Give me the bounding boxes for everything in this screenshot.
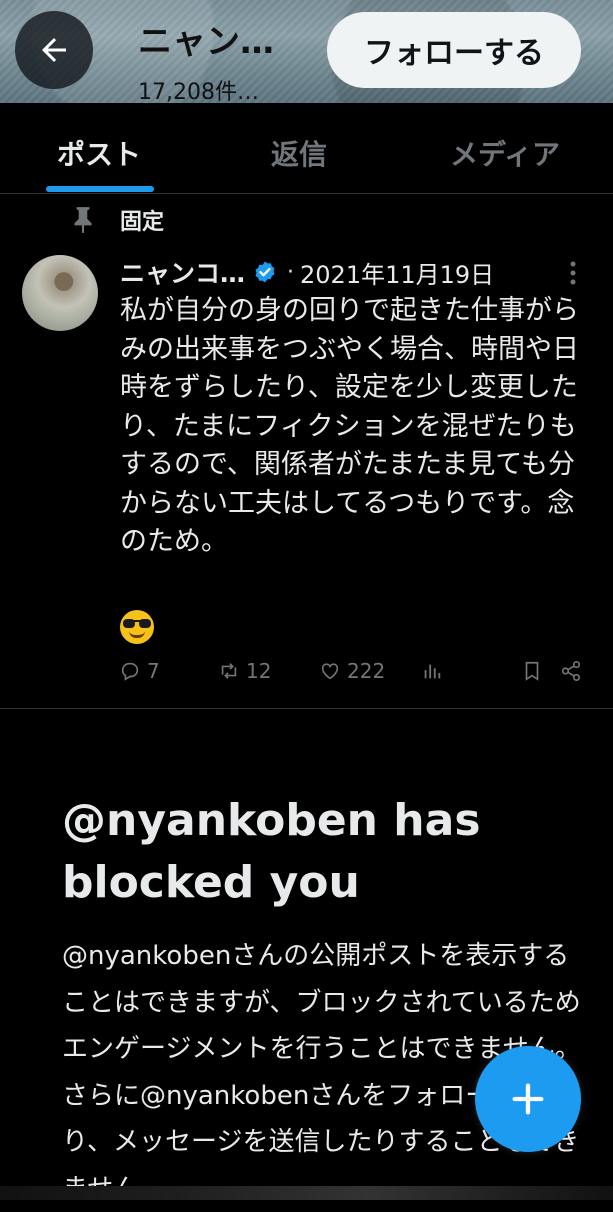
reply-count: 7	[147, 659, 160, 683]
plus-icon	[512, 1083, 544, 1115]
tab-media[interactable]: メディア	[450, 133, 560, 173]
tab-replies[interactable]: 返信	[271, 133, 327, 173]
pinned-label: 固定	[120, 210, 165, 235]
bookmark-button[interactable]	[521, 655, 543, 687]
separator-dot: ·	[287, 259, 295, 285]
like-count: 222	[347, 659, 386, 683]
post-header: ニャンコ… · 2021年11月19日	[120, 255, 590, 289]
system-navigation-bar	[0, 1186, 613, 1200]
heart-icon	[321, 663, 339, 680]
back-button[interactable]	[15, 11, 93, 89]
reply-icon	[121, 662, 139, 681]
sunglasses-emoji-icon	[120, 610, 154, 644]
tab-posts[interactable]: ポスト	[57, 133, 141, 173]
more-options-icon[interactable]	[567, 259, 579, 287]
share-icon	[561, 661, 581, 681]
author-name[interactable]: ニャンコ…	[120, 254, 245, 290]
blocked-title: @nyankoben has blocked you	[62, 795, 481, 908]
post-text: 私が自分の身の回りで起きた仕事がらみの出来事をつぶやく場合、時間や日時をずらした…	[120, 295, 579, 557]
profile-tabs: ポスト 返信 メディア	[0, 103, 613, 194]
verified-badge-icon	[255, 261, 275, 283]
bookmark-icon	[525, 661, 539, 681]
compose-button[interactable]	[475, 1046, 581, 1152]
active-tab-indicator	[46, 186, 154, 192]
analytics-icon	[424, 664, 441, 679]
arrow-left-icon	[42, 38, 66, 62]
repost-count: 12	[246, 659, 272, 683]
share-button[interactable]	[560, 655, 582, 687]
repost-button[interactable]: 12	[218, 655, 271, 687]
follow-button[interactable]: フォローする	[327, 12, 581, 88]
profile-display-name: ニャン…	[138, 22, 274, 62]
pinned-indicator	[70, 204, 96, 236]
reply-button[interactable]: 7	[119, 655, 160, 687]
pin-icon	[74, 207, 92, 233]
avatar[interactable]	[22, 255, 98, 331]
post-date[interactable]: 2021年11月19日	[300, 255, 494, 290]
views-button[interactable]	[421, 655, 443, 687]
divider	[0, 708, 613, 709]
post-count: 17,208件…	[138, 80, 259, 105]
like-button[interactable]: 222	[319, 655, 385, 687]
repost-icon	[221, 663, 237, 679]
post-actions: 7 12 222	[0, 655, 613, 687]
